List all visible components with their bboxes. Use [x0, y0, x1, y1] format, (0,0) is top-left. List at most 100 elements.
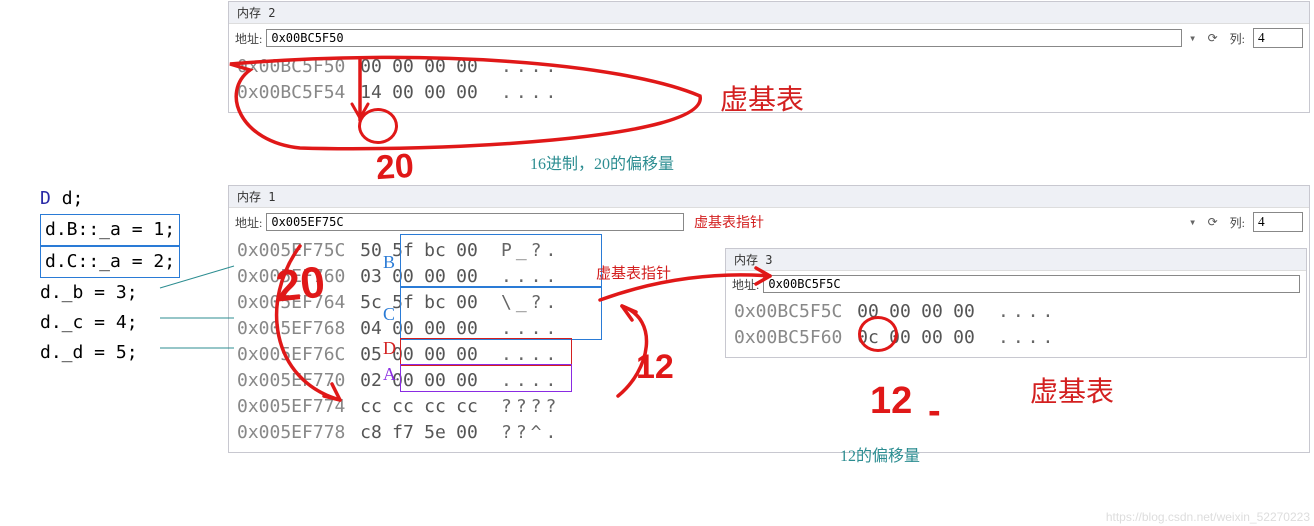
dropdown-icon[interactable]: ▾ [1186, 31, 1200, 45]
hand-12-mid: 12 [636, 348, 674, 387]
memory-1-row: 0x005EF778c8f75e00 ??^. [237, 420, 1301, 446]
hex-byte: 00 [451, 80, 483, 106]
memory-3-row: 0x00BC5F5C 00 00 00 00 .... [734, 299, 1298, 325]
annotation-off12: 12的偏移量 [840, 442, 920, 466]
hex-addr: 0x00BC5F54 [237, 80, 355, 106]
memory-3-body: 0x00BC5F5C 00 00 00 00 .... 0x00BC5F60 0… [726, 297, 1306, 357]
hex-byte: bc [419, 290, 451, 316]
memory-2-col-label: 列: [1226, 30, 1249, 47]
hand-20-mid: 20 [274, 258, 328, 313]
memory-1-col-input[interactable] [1253, 212, 1303, 232]
hex-ascii: .... [501, 316, 560, 342]
hex-ascii: .... [501, 264, 560, 290]
hex-ascii: .... [501, 80, 560, 106]
hex-addr: 0x005EF76C [237, 342, 355, 368]
hex-byte: 00 [451, 264, 483, 290]
code-line: d._c = 4; [40, 308, 180, 338]
memory-1-col-label: 列: [1226, 214, 1249, 231]
hex-byte: 00 [451, 368, 483, 394]
memory-2-title: 内存 2 [229, 2, 1309, 24]
memory-1-title: 内存 1 [229, 186, 1309, 208]
hex-byte: 00 [419, 264, 451, 290]
hex-ascii: ??^. [501, 420, 560, 446]
hex-bytes: 02000000 [355, 368, 483, 394]
hex-byte: 00 [387, 80, 419, 106]
hex-byte: 00 [419, 368, 451, 394]
hex-bytes: 05000000 [355, 342, 483, 368]
hex-byte: 00 [852, 299, 884, 325]
annotation-vbt-right: 虚基表 [1030, 370, 1114, 410]
hex-byte: 14 [355, 80, 387, 106]
hex-ascii: .... [501, 54, 560, 80]
hex-byte: cc [419, 394, 451, 420]
hex-byte: 00 [884, 299, 916, 325]
memory-2-addr-input[interactable] [266, 29, 1181, 47]
hex-bytes: 03000000 [355, 264, 483, 290]
memory-1-address-row: 地址: 虚基表指针 ▾ ⟳ 列: [229, 208, 1309, 236]
memory-3-panel: 内存 3 地址: 0x00BC5F5C 00 00 00 00 .... 0x0… [725, 248, 1307, 358]
hex-byte: 00 [451, 342, 483, 368]
hex-byte: 00 [387, 54, 419, 80]
memory-1-addr-label: 地址: [235, 214, 262, 231]
hex-bytes: 00 00 00 00 [852, 299, 980, 325]
hex-addr: 0x00BC5F50 [237, 54, 355, 80]
code-line: d.B::_a = 1; [40, 214, 180, 246]
source-code: D d; d.B::_a = 1; d.C::_a = 2; d._b = 3;… [40, 184, 180, 368]
refresh-icon[interactable]: ⟳ [1204, 213, 1222, 231]
label-D: D [383, 338, 396, 359]
hex-bytes: 5c5fbc00 [355, 290, 483, 316]
hex-ascii: .... [501, 368, 560, 394]
hex-byte: 00 [948, 299, 980, 325]
memory-2-row: 0x00BC5F50 00 00 00 00 .... [237, 54, 1301, 80]
hex-addr: 0x005EF768 [237, 316, 355, 342]
hex-byte: c8 [355, 420, 387, 446]
hex-byte: 5e [419, 420, 451, 446]
hex-byte: 00 [451, 316, 483, 342]
memory-3-title: 内存 3 [726, 249, 1306, 271]
hex-bytes: 14 00 00 00 [355, 80, 483, 106]
label-C: C [383, 304, 395, 325]
hex-bytes: 00 00 00 00 [355, 54, 483, 80]
watermark: https://blog.csdn.net/weixin_52270223 [1106, 510, 1310, 524]
hex-byte: cc [387, 394, 419, 420]
hex-addr: 0x005EF778 [237, 420, 355, 446]
inline-annotation: 虚基表指针 [688, 212, 770, 232]
hex-byte: 00 [451, 420, 483, 446]
hex-byte: bc [419, 238, 451, 264]
annotation-ptr-mid: 虚基表指针 [596, 262, 671, 283]
hex-byte: f7 [387, 420, 419, 446]
label-A: A [383, 364, 396, 385]
refresh-icon[interactable]: ⟳ [1204, 29, 1222, 47]
hex-byte: cc [451, 394, 483, 420]
hex-byte: 00 [419, 80, 451, 106]
hex-byte: 00 [451, 290, 483, 316]
memory-1-row: 0x005EF77002000000.... [237, 368, 1301, 394]
memory-2-address-row: 地址: ▾ ⟳ 列: [229, 24, 1309, 52]
hex-ascii: ???? [501, 394, 560, 420]
hex-addr: 0x005EF774 [237, 394, 355, 420]
annotation-hex20: 16进制，20的偏移量 [530, 150, 674, 174]
hex-byte: 00 [355, 54, 387, 80]
code-line: D d; [40, 184, 180, 214]
hex-addr: 0x005EF770 [237, 368, 355, 394]
hex-ascii: P_?. [501, 238, 560, 264]
hex-ascii: \_?. [501, 290, 560, 316]
code-line: d._d = 5; [40, 338, 180, 368]
circle-14 [358, 108, 398, 144]
hex-bytes: c8f75e00 [355, 420, 483, 446]
hand-20-top: 20 [375, 147, 415, 189]
memory-3-row: 0x00BC5F60 0c 00 00 00 .... [734, 325, 1298, 351]
hand-12-right: 12 [870, 380, 912, 423]
memory-1-addr-input[interactable] [266, 213, 684, 231]
memory-3-address-row: 地址: [726, 271, 1306, 297]
label-B: B [383, 252, 395, 273]
hex-bytes: 505fbc00 [355, 238, 483, 264]
memory-3-addr-input[interactable] [763, 275, 1300, 293]
hex-byte: cc [355, 394, 387, 420]
memory-2-addr-label: 地址: [235, 30, 262, 47]
memory-2-col-input[interactable] [1253, 28, 1303, 48]
hex-addr: 0x00BC5F5C [734, 299, 852, 325]
hex-ascii: .... [501, 342, 560, 368]
hex-byte: 00 [948, 325, 980, 351]
dropdown-icon[interactable]: ▾ [1186, 215, 1200, 229]
